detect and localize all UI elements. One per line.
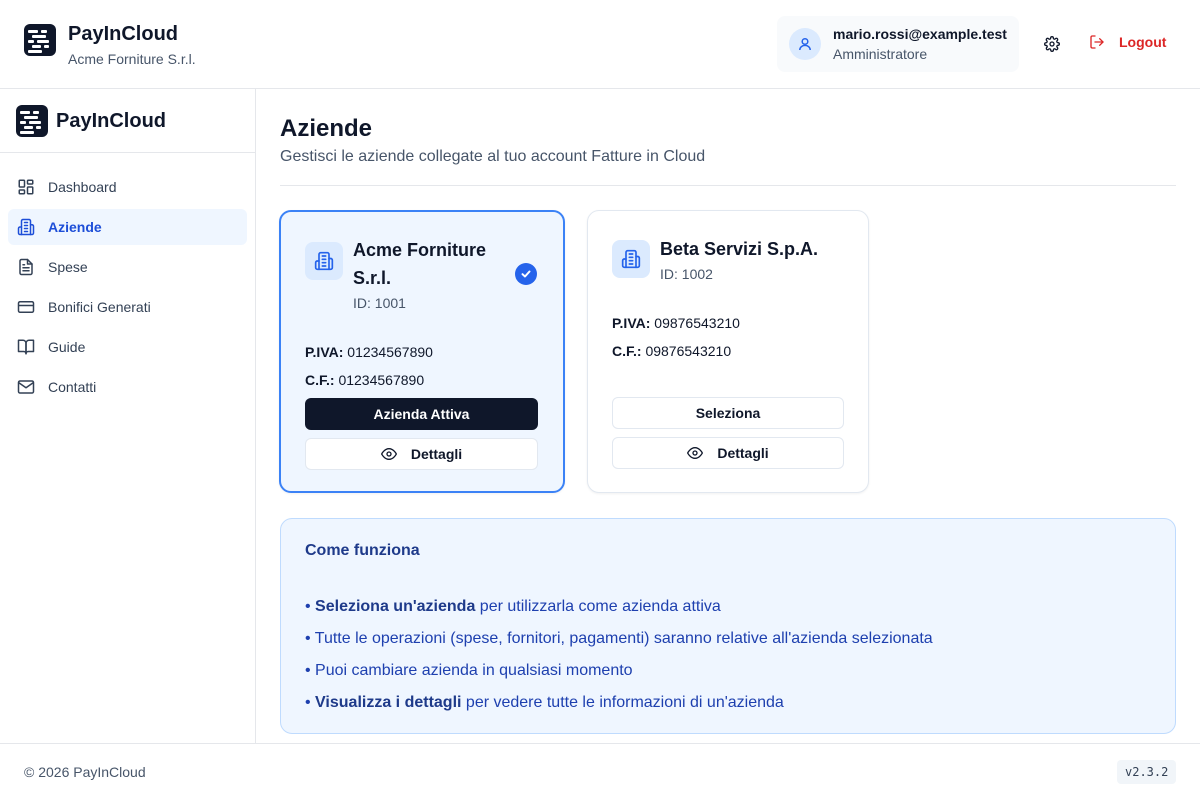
header-brand: PayInCloud Acme Forniture S.r.l. [24, 23, 196, 68]
sidebar-item-bonifici-generati[interactable]: Bonifici Generati [8, 289, 247, 325]
select-company-button[interactable]: Seleziona [612, 397, 844, 429]
user-profile[interactable]: mario.rossi@example.test Amministratore [777, 16, 1019, 72]
building-icon [16, 217, 36, 237]
details-label: Dettagli [410, 446, 463, 462]
eye-icon [687, 445, 704, 461]
sidebar-brand-name: PayInCloud [56, 109, 167, 132]
company-id: ID: 1002 [660, 266, 713, 282]
sidebar-item-spese[interactable]: Spese [8, 249, 247, 285]
company-name: Beta Servizi S.p.A. [660, 239, 819, 259]
building-icon [305, 242, 343, 280]
details-button[interactable]: Dettagli [305, 438, 538, 470]
company-cf: C.F.: 01234567890 [305, 372, 425, 388]
how-it-works-panel: Come funziona • Seleziona un'azienda per… [280, 518, 1176, 734]
book-icon [16, 337, 36, 357]
sidebar: PayInCloud Dashboard Aziende Spese Bonif… [0, 89, 256, 743]
company-id: ID: 1001 [353, 295, 406, 311]
app-logo-icon [24, 24, 56, 56]
active-company-button[interactable]: Azienda Attiva [305, 398, 538, 430]
sidebar-item-label: Aziende [48, 219, 102, 235]
details-label: Dettagli [717, 445, 769, 461]
company-card[interactable]: Beta Servizi S.p.A. ID: 1002 P.IVA: 0987… [587, 210, 869, 493]
document-icon [16, 257, 36, 277]
how-it-works-list: • Seleziona un'azienda per utilizzarla c… [305, 591, 933, 719]
user-role: Amministratore [833, 46, 928, 62]
how-it-works-title: Come funziona [305, 542, 420, 559]
page-title: Aziende [280, 115, 373, 142]
list-item: • Puoi cambiare azienda in qualsiasi mom… [305, 662, 633, 679]
company-name: Acme Forniture S.r.l. [353, 240, 487, 288]
version-badge: v2.3.2 [1117, 760, 1177, 784]
company-piva: P.IVA: 09876543210 [612, 315, 740, 331]
check-circle-icon [515, 263, 537, 285]
sidebar-item-aziende[interactable]: Aziende [8, 209, 247, 245]
sidebar-item-label: Guide [48, 339, 86, 355]
sidebar-item-label: Dashboard [48, 179, 117, 195]
user-email: mario.rossi@example.test [833, 26, 1007, 42]
footer: © 2026 PayInCloud v2.3.2 [0, 743, 1200, 800]
company-piva: P.IVA: 01234567890 [305, 344, 433, 360]
app-logo-icon [16, 104, 48, 137]
details-button[interactable]: Dettagli [612, 437, 844, 469]
company-card-active[interactable]: Acme Forniture S.r.l. ID: 1001 P.IVA: 012… [279, 210, 565, 493]
main-content: Aziende Gestisci le aziende collegate al… [256, 89, 1200, 743]
logout-button[interactable]: Logout [1089, 34, 1166, 50]
sidebar-brand[interactable]: PayInCloud [0, 89, 255, 153]
copyright: © 2026 PayInCloud [24, 764, 146, 780]
top-header: PayInCloud Acme Forniture S.r.l. mario.r… [0, 0, 1200, 89]
divider [280, 185, 1176, 186]
current-company-name: Acme Forniture S.r.l. [68, 51, 196, 67]
credit-card-icon [16, 297, 36, 317]
sidebar-nav: Dashboard Aziende Spese Bonifici Generat… [0, 153, 255, 405]
page-subtitle: Gestisci le aziende collegate al tuo acc… [280, 148, 706, 165]
building-icon [612, 240, 650, 278]
company-cf: C.F.: 09876543210 [612, 343, 732, 359]
list-item: • Tutte le operazioni (spese, fornitori,… [305, 630, 933, 647]
logout-icon [1090, 35, 1104, 49]
app-name: PayInCloud [68, 23, 179, 45]
settings-button[interactable] [1042, 34, 1062, 54]
mail-icon [16, 377, 36, 397]
sidebar-item-contatti[interactable]: Contatti [8, 369, 247, 405]
sidebar-item-label: Contatti [48, 379, 97, 395]
logout-label: Logout [1119, 34, 1167, 50]
eye-icon [380, 446, 397, 462]
sidebar-item-guide[interactable]: Guide [8, 329, 247, 365]
sidebar-item-dashboard[interactable]: Dashboard [8, 169, 247, 205]
list-item: • Visualizza i dettagli per vedere tutte… [305, 694, 784, 711]
gear-icon [1044, 36, 1060, 52]
sidebar-item-label: Bonifici Generati [48, 299, 151, 315]
user-icon [789, 28, 821, 60]
sidebar-item-label: Spese [48, 259, 88, 275]
list-item: • Seleziona un'azienda per utilizzarla c… [305, 598, 721, 615]
dashboard-icon [16, 177, 36, 197]
